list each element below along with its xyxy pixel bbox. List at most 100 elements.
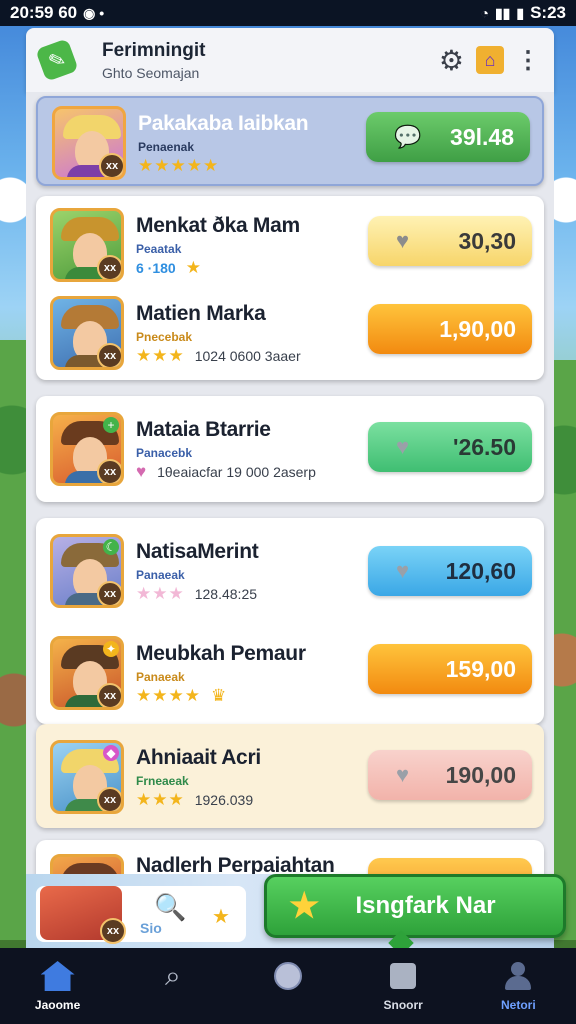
heart-icon: ♥ bbox=[396, 558, 410, 583]
page-subtitle: Ghto Seomajan bbox=[102, 64, 200, 81]
price-button[interactable]: 159,00 bbox=[368, 644, 532, 694]
cta-button[interactable]: ★ Isngfark Nar bbox=[264, 874, 566, 938]
price-button[interactable]: ♥ 190,00 bbox=[368, 750, 532, 800]
tag-logo-icon[interactable]: ✎ bbox=[35, 38, 79, 82]
star-icon: ★ bbox=[212, 906, 230, 928]
heart-icon: ♥ bbox=[396, 228, 410, 253]
item-meta: 6 ·180 bbox=[136, 260, 176, 276]
nav-search[interactable]: ⌕ bbox=[128, 960, 218, 1012]
avatar: ✦ xx bbox=[50, 636, 124, 710]
card-single: + xx Mataia Btarrie Panacebk ♥ 1θeaiacfa… bbox=[36, 396, 544, 502]
item-meta: 1024 0600 3aaer bbox=[194, 348, 301, 364]
circle-icon bbox=[273, 962, 302, 990]
price-button[interactable] bbox=[368, 858, 532, 874]
avatar: xx bbox=[40, 886, 126, 944]
add-icon: + bbox=[103, 417, 119, 433]
crown-icon: ♛ bbox=[210, 686, 228, 705]
list-item[interactable]: xx Pakakaba Iaibkan Penaenak ★★★★★ 💬 39l… bbox=[38, 102, 542, 182]
nav-store[interactable]: Snoorr bbox=[358, 960, 448, 1012]
rating-stars: ★★★★★ bbox=[138, 156, 220, 175]
list-item[interactable]: ☾ xx NatisaMerint Panaeak ★★★ 128.48:25 … bbox=[36, 530, 544, 610]
square-icon bbox=[390, 963, 417, 989]
rating-stars: ★★★ bbox=[136, 584, 185, 603]
list-item[interactable]: ✦ xx Meubkah Pemaur Panaeak ★★★★ ♛ 159,0… bbox=[36, 632, 544, 712]
signal-icon: ▮▮ bbox=[494, 4, 511, 21]
status-bar: 20:59 60 ◉ • ◔ ▮▮ ▮ S:23 bbox=[0, 0, 576, 26]
house-icon[interactable]: ⌂ bbox=[476, 46, 504, 74]
nav-profile[interactable]: Netori bbox=[473, 960, 563, 1012]
card-group: ☾ xx NatisaMerint Panaeak ★★★ 128.48:25 … bbox=[36, 518, 544, 724]
price-button[interactable]: 1,90,00 bbox=[368, 304, 532, 354]
heart-icon: ♥ bbox=[136, 462, 148, 481]
sun-icon: ✦ bbox=[103, 641, 119, 657]
item-subtitle: Penaenak bbox=[138, 140, 195, 154]
list-item[interactable]: ◆ xx Ahniaait Acri Frneaeak ★★★ 1926.039… bbox=[36, 736, 544, 816]
level-badge: xx bbox=[99, 153, 123, 177]
price-button[interactable]: ♥ 30,30 bbox=[368, 216, 532, 266]
home-icon bbox=[40, 961, 75, 991]
item-meta: 1926.039 bbox=[194, 792, 254, 808]
wifi-icon: ◔ bbox=[480, 5, 489, 21]
card-single: ◆ xx Ahniaait Acri Frneaeak ★★★ 1926.039… bbox=[36, 724, 544, 828]
search-icon: ⌕ bbox=[164, 959, 181, 991]
list-item[interactable]: Nadlerh Perpaiahtan bbox=[36, 850, 544, 874]
item-list[interactable]: xx Pakakaba Iaibkan Penaenak ★★★★★ 💬 39l… bbox=[26, 92, 554, 874]
avatar bbox=[50, 854, 124, 874]
page-title: Ferimningit bbox=[102, 39, 206, 61]
price-button[interactable]: 💬 39l.48 bbox=[366, 112, 530, 162]
avatar: xx bbox=[50, 296, 124, 370]
price-button[interactable]: ♥ 120,60 bbox=[368, 546, 532, 596]
level-badge: xx bbox=[97, 581, 121, 605]
avatar: + xx bbox=[50, 412, 124, 486]
level-badge: xx bbox=[97, 459, 121, 483]
price-button[interactable]: ♥ '26.50 bbox=[368, 422, 532, 472]
item-subtitle: Frneaeak bbox=[136, 774, 189, 788]
heart-icon: ♥ bbox=[396, 762, 410, 787]
status-time: 20:59 60 bbox=[10, 3, 78, 22]
item-meta: 1θeaiacfar 19 000 2aserp bbox=[157, 464, 316, 480]
promo-card[interactable]: xx 🔍 Sio ★ bbox=[36, 886, 246, 944]
item-name: Menkat ðka Mam bbox=[136, 214, 300, 237]
item-subtitle: Panaeak bbox=[136, 670, 185, 684]
item-name: Ahniaait Acri bbox=[136, 746, 261, 769]
nav-center[interactable] bbox=[243, 960, 333, 1012]
list-item[interactable]: + xx Mataia Btarrie Panacebk ♥ 1θeaiacfa… bbox=[36, 408, 544, 488]
search-icon[interactable]: 🔍 bbox=[154, 892, 186, 923]
promo-text: Sio bbox=[140, 920, 162, 936]
app-header: ✎ Ferimningit Ghto Seomajan ⚙ ⌂ ⋮ bbox=[26, 28, 554, 92]
heart-icon: ♥ bbox=[396, 434, 410, 459]
star-icon: ★ bbox=[289, 887, 320, 925]
item-meta: 128.48:25 bbox=[194, 586, 258, 602]
item-subtitle: Panaeak bbox=[136, 568, 185, 582]
item-name: Nadlerh Perpaiahtan bbox=[136, 854, 335, 874]
rating-stars: ★★★ bbox=[136, 790, 185, 809]
rating-stars: ★★★ bbox=[136, 346, 185, 365]
item-name: Mataia Btarrie bbox=[136, 418, 271, 441]
level-badge: xx bbox=[97, 683, 121, 707]
item-name: Meubkah Pemaur bbox=[136, 642, 306, 665]
item-subtitle: Peaatak bbox=[136, 242, 182, 256]
nav-home[interactable]: Jaoome bbox=[13, 960, 103, 1012]
bottom-nav: Jaoome ⌕ Snoorr Netori bbox=[0, 948, 576, 1024]
gear-icon[interactable]: ⚙ bbox=[439, 44, 464, 77]
featured-card: xx Pakakaba Iaibkan Penaenak ★★★★★ 💬 39l… bbox=[36, 96, 544, 186]
rating-stars: ★★★★ bbox=[136, 686, 201, 705]
profile-icon bbox=[505, 962, 532, 990]
item-subtitle: Pnecebak bbox=[136, 330, 193, 344]
chat-icon: 💬 bbox=[394, 124, 422, 149]
more-menu-icon[interactable]: ⋮ bbox=[516, 46, 540, 75]
level-badge: xx bbox=[100, 918, 126, 944]
avatar: xx bbox=[52, 106, 126, 180]
list-item[interactable]: xx Matien Marka Pnecebak ★★★ 1024 0600 3… bbox=[36, 292, 544, 372]
item-name: Pakakaba Iaibkan bbox=[138, 112, 309, 135]
promo-banner: xx 🔍 Sio ★ ★ Isngfark Nar bbox=[26, 874, 566, 956]
item-subtitle: Panacebk bbox=[136, 446, 193, 460]
list-item[interactable]: xx Menkat ðka Mam Peaatak 6 ·180 ★ ♥ 30,… bbox=[36, 204, 544, 284]
card-single: Nadlerh Perpaiahtan bbox=[36, 840, 544, 874]
rating-stars: ★ bbox=[185, 258, 202, 277]
avatar: ◆ xx bbox=[50, 740, 124, 814]
moon-icon: ☾ bbox=[103, 539, 119, 555]
item-name: NatisaMerint bbox=[136, 540, 259, 563]
avatar: ☾ xx bbox=[50, 534, 124, 608]
gem-icon: ◆ bbox=[103, 745, 119, 761]
